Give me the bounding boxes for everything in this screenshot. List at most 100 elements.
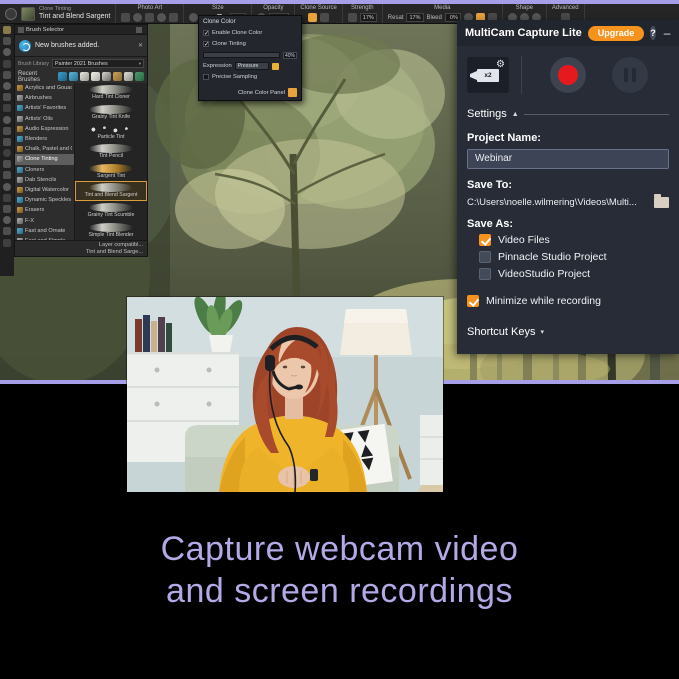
shape-tool-icon[interactable]: [3, 138, 11, 146]
clone-tinting-row[interactable]: Clone Tinting: [203, 39, 297, 49]
category-item[interactable]: Artists' Oils: [15, 114, 74, 124]
brush-tool-icon[interactable]: [3, 26, 11, 34]
minimize-while-recording-checkbox[interactable]: [467, 295, 479, 307]
transform-tool-icon[interactable]: [3, 82, 11, 90]
photo-art-tool-icon[interactable]: [157, 13, 166, 22]
close-notification-icon[interactable]: ✕: [138, 42, 143, 49]
current-brush-indicator[interactable]: Clone Tinting Tint and Blend Sargent: [0, 4, 116, 23]
add-point-tool-icon[interactable]: [3, 183, 11, 191]
category-item[interactable]: Dynamic Speckles: [15, 195, 74, 205]
upgrade-button[interactable]: Upgrade: [588, 26, 645, 41]
expression-settings-icon[interactable]: [272, 63, 279, 70]
brush-stroke-preview: [89, 85, 133, 94]
brush-item-selected[interactable]: Tint and Blend Sargent: [75, 181, 147, 201]
photo-art-tool-icon[interactable]: [121, 13, 130, 22]
pen-tool-icon[interactable]: [3, 127, 11, 135]
category-item[interactable]: Audio Expression: [15, 124, 74, 134]
perspective-tool-icon[interactable]: [3, 227, 11, 235]
help-button[interactable]: ?: [650, 26, 656, 40]
text-tool-icon[interactable]: [3, 149, 11, 157]
pinnacle-studio-checkbox[interactable]: [479, 251, 491, 263]
kaleidoscope-tool-icon[interactable]: [3, 205, 11, 213]
pause-button[interactable]: [612, 57, 648, 93]
category-item[interactable]: Blenders: [15, 134, 74, 144]
recent-brush-thumb[interactable]: [102, 72, 111, 81]
enable-clone-color-row[interactable]: Enable Clone Color: [203, 28, 297, 38]
precise-sampling-checkbox[interactable]: [203, 74, 209, 80]
category-item-selected[interactable]: Clone Tinting: [15, 154, 74, 164]
magic-wand-tool-icon[interactable]: [3, 104, 11, 112]
photo-art-tool-icon[interactable]: [133, 13, 142, 22]
browse-folder-icon[interactable]: [654, 197, 669, 208]
photo-art-tool-icon[interactable]: [145, 13, 154, 22]
recent-brush-thumb[interactable]: [80, 72, 89, 81]
view-tool-icon[interactable]: [3, 239, 11, 247]
settings-header[interactable]: Settings ▲: [457, 104, 679, 122]
layer-adjuster-tool-icon[interactable]: [3, 71, 11, 79]
recent-brush-thumb[interactable]: [124, 72, 133, 81]
save-as-label: Save As:: [457, 208, 679, 232]
shortcut-keys-header[interactable]: Shortcut Keys ▾: [457, 310, 679, 338]
panel-options-icon[interactable]: [136, 27, 142, 33]
record-button[interactable]: [550, 57, 586, 93]
eraser-tool-icon[interactable]: [3, 60, 11, 68]
brush-item[interactable]: Grainy Tint Knife: [75, 103, 147, 123]
category-item[interactable]: Dab Stencils: [15, 175, 74, 185]
strength-value[interactable]: 17%: [360, 13, 377, 22]
video-files-checkbox[interactable]: [479, 234, 491, 246]
project-name-input[interactable]: [467, 149, 669, 169]
pinnacle-studio-option[interactable]: Pinnacle Studio Project: [457, 249, 679, 266]
category-item[interactable]: Digital Watercolor: [15, 185, 74, 195]
brush-item[interactable]: Grainy Tint Scumble: [75, 201, 147, 221]
category-item[interactable]: Fast and Ornate: [15, 226, 74, 236]
category-item[interactable]: Airbrushes: [15, 93, 74, 103]
brush-item[interactable]: Simple Tint Blender: [75, 220, 147, 240]
recent-brush-thumb[interactable]: [69, 72, 78, 81]
clone-color-panel-button[interactable]: Clone Color Panel: [203, 87, 297, 98]
minimize-window-button[interactable]: –: [662, 27, 673, 39]
brush-item[interactable]: Sargent Tint: [75, 162, 147, 182]
multicam-titlebar[interactable]: MultiCam Capture Lite Upgrade ? – ✕: [457, 20, 679, 46]
category-item[interactable]: F-X: [15, 215, 74, 225]
category-item[interactable]: Chalk, Pastel and Crayons: [15, 144, 74, 154]
recent-brush-thumb[interactable]: [135, 72, 144, 81]
enable-clone-color-checkbox[interactable]: [203, 30, 209, 36]
category-icon: [17, 126, 23, 132]
clone-source-options-icon[interactable]: [320, 13, 329, 22]
recent-brush-thumb[interactable]: [113, 72, 122, 81]
mirror-tool-icon[interactable]: [3, 194, 11, 202]
brush-selector-header[interactable]: Brush Selector: [15, 25, 147, 35]
category-item[interactable]: Erasers: [15, 205, 74, 215]
minimize-while-recording-option[interactable]: Minimize while recording: [457, 293, 679, 310]
brush-library-dropdown[interactable]: Painter 2021 Brushes ▾: [52, 59, 144, 68]
videostudio-option[interactable]: VideoStudio Project: [457, 266, 679, 283]
clone-tinting-checkbox[interactable]: [203, 41, 209, 47]
resat-value[interactable]: 17%: [406, 13, 423, 22]
video-files-option[interactable]: Video Files: [457, 232, 679, 249]
recent-brush-thumb[interactable]: [91, 72, 100, 81]
category-item[interactable]: Acrylics and Gouache: [15, 83, 74, 93]
category-item[interactable]: Artists' Favorites: [15, 103, 74, 113]
expression-dropdown[interactable]: Pressure: [235, 62, 269, 70]
scissors-tool-icon[interactable]: [3, 171, 11, 179]
category-item[interactable]: Cloners: [15, 165, 74, 175]
crop-tool-icon[interactable]: [3, 116, 11, 124]
amount-slider[interactable]: [203, 52, 280, 58]
brush-item[interactable]: Particle Tint: [75, 122, 147, 142]
precise-sampling-row[interactable]: Precise Sampling: [203, 72, 297, 82]
brush-item[interactable]: Tint Pencil: [75, 142, 147, 162]
amount-value[interactable]: 40%: [283, 52, 297, 59]
videostudio-checkbox[interactable]: [479, 268, 491, 280]
capture-sources-button[interactable]: x2 ⚙: [467, 57, 509, 93]
strength-icon: [348, 13, 357, 22]
divine-proportion-tool-icon[interactable]: [3, 216, 11, 224]
shape-select-tool-icon[interactable]: [3, 160, 11, 168]
paint-bucket-tool-icon[interactable]: [3, 48, 11, 56]
dropper-tool-icon[interactable]: [3, 37, 11, 45]
clone-source-toggle-icon[interactable]: [308, 13, 317, 22]
lasso-tool-icon[interactable]: [3, 93, 11, 101]
expand-arrow-icon: ▾: [540, 328, 544, 336]
brush-item[interactable]: Hard Tint Cloner: [75, 83, 147, 103]
recent-brush-thumb[interactable]: [58, 72, 67, 81]
photo-art-tool-icon[interactable]: [169, 13, 178, 22]
